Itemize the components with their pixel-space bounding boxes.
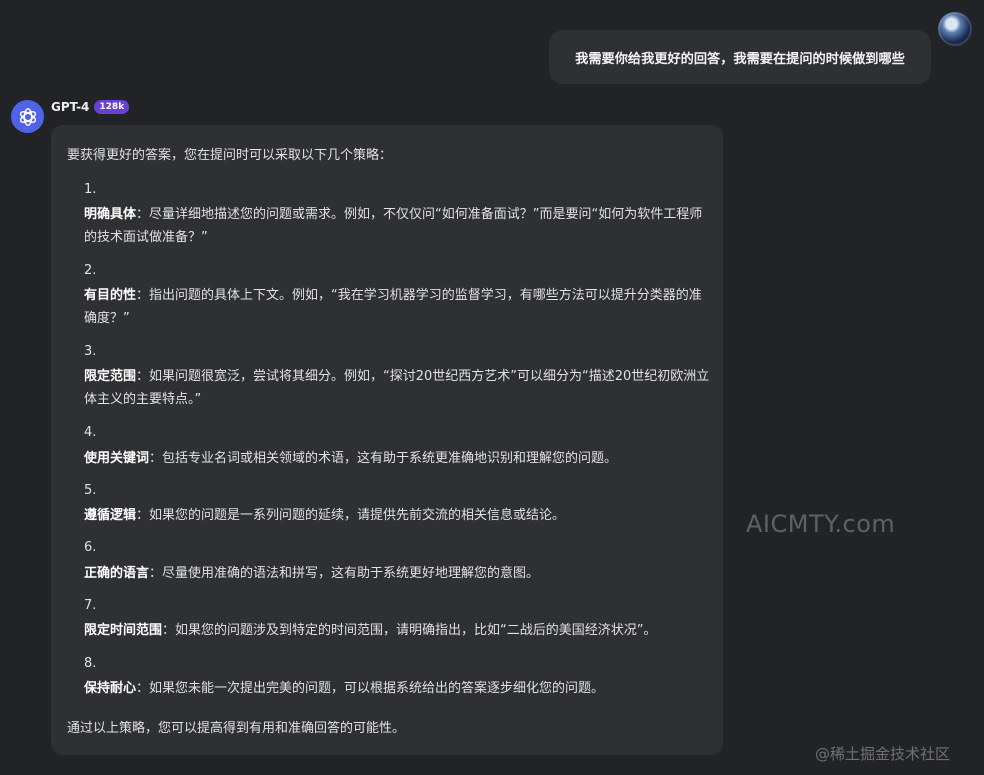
assistant-header: GPT-4 128k	[51, 100, 130, 114]
item-number: 1.	[84, 182, 97, 197]
list-item: 保持耐心：如果您未能一次提出完美的问题，可以根据系统给出的答案逐步细化您的问题。	[84, 677, 710, 700]
list-item: 明确具体：尽量详细地描述您的问题或需求。例如，不仅仅问“如何准备面试？”而是要问…	[84, 203, 710, 249]
item-title: 明确具体	[84, 207, 137, 222]
list-item: 有目的性：指出问题的具体上下文。例如，“我在学习机器学习的监督学习，有哪些方法可…	[84, 284, 710, 330]
item-number: 7.	[84, 598, 97, 613]
item-text: ：尽量使用准确的语法和拼写，这有助于系统更好地理解您的意图。	[149, 566, 540, 581]
item-text: ：如果您的问题涉及到特定的时间范围，请明确指出，比如“二战后的美国经济状况”。	[162, 623, 657, 638]
item-text: ：包括专业名词或相关领域的术语，这有助于系统更准确地识别和理解您的问题。	[149, 451, 618, 466]
list-item: 正确的语言：尽量使用准确的语法和拼写，这有助于系统更好地理解您的意图。	[84, 562, 710, 585]
item-title: 遵循逻辑	[84, 508, 137, 523]
list-item: 遵循逻辑：如果您的问题是一系列问题的延续，请提供先前交流的相关信息或结论。	[84, 504, 710, 527]
item-text: ：指出问题的具体上下文。例如，“我在学习机器学习的监督学习，有哪些方法可以提升分…	[84, 288, 702, 326]
item-number: 5.	[84, 483, 97, 498]
item-title: 限定时间范围	[84, 623, 163, 638]
item-title: 有目的性	[84, 288, 137, 303]
watermark-aicmty: AICMTY.com	[746, 510, 896, 538]
item-number: 3.	[84, 344, 97, 359]
item-title: 使用关键词	[84, 451, 150, 466]
item-text: ：尽量详细地描述您的问题或需求。例如，不仅仅问“如何准备面试？”而是要问“如何为…	[84, 207, 703, 245]
list-item: 使用关键词：包括专业名词或相关领域的术语，这有助于系统更准确地识别和理解您的问题…	[84, 447, 710, 470]
item-title: 限定范围	[84, 369, 137, 384]
assistant-message-bubble: 要获得更好的答案，您在提问时可以采取以下几个策略： 1. 明确具体：尽量详细地描…	[51, 125, 723, 755]
list-item: 限定时间范围：如果您的问题涉及到特定的时间范围，请明确指出，比如“二战后的美国经…	[84, 619, 710, 642]
item-text: ：如果您的问题是一系列问题的延续，请提供先前交流的相关信息或结论。	[136, 508, 566, 523]
watermark-juejin: @稀土掘金技术社区	[815, 745, 951, 763]
openai-knot-icon	[19, 107, 36, 126]
item-number: 4.	[84, 425, 97, 440]
item-text: ：如果问题很宽泛，尝试将其细分。例如，“探讨20世纪西方艺术”可以细分为“描述2…	[84, 369, 710, 407]
list-item: 限定范围：如果问题很宽泛，尝试将其细分。例如，“探讨20世纪西方艺术”可以细分为…	[84, 365, 710, 411]
openai-logo-icon	[11, 100, 44, 133]
user-message-text: 我需要你给我更好的回答，我需要在提问的时候做到哪些	[575, 51, 905, 67]
item-title: 保持耐心	[84, 681, 137, 696]
context-badge: 128k	[94, 100, 130, 114]
item-number: 8.	[84, 656, 97, 671]
item-title: 正确的语言	[84, 566, 150, 581]
user-avatar	[938, 12, 972, 46]
item-number: 2.	[84, 263, 97, 278]
assistant-name: GPT-4	[51, 100, 90, 114]
user-message-bubble: 我需要你给我更好的回答，我需要在提问的时候做到哪些	[549, 30, 931, 84]
item-text: ：如果您未能一次提出完美的问题，可以根据系统给出的答案逐步细化您的问题。	[136, 681, 605, 696]
answer-outro: 通过以上策略，您可以提高得到有用和准确回答的可能性。	[67, 721, 406, 736]
item-number: 6.	[84, 540, 97, 555]
answer-intro: 要获得更好的答案，您在提问时可以采取以下几个策略：	[67, 148, 393, 163]
